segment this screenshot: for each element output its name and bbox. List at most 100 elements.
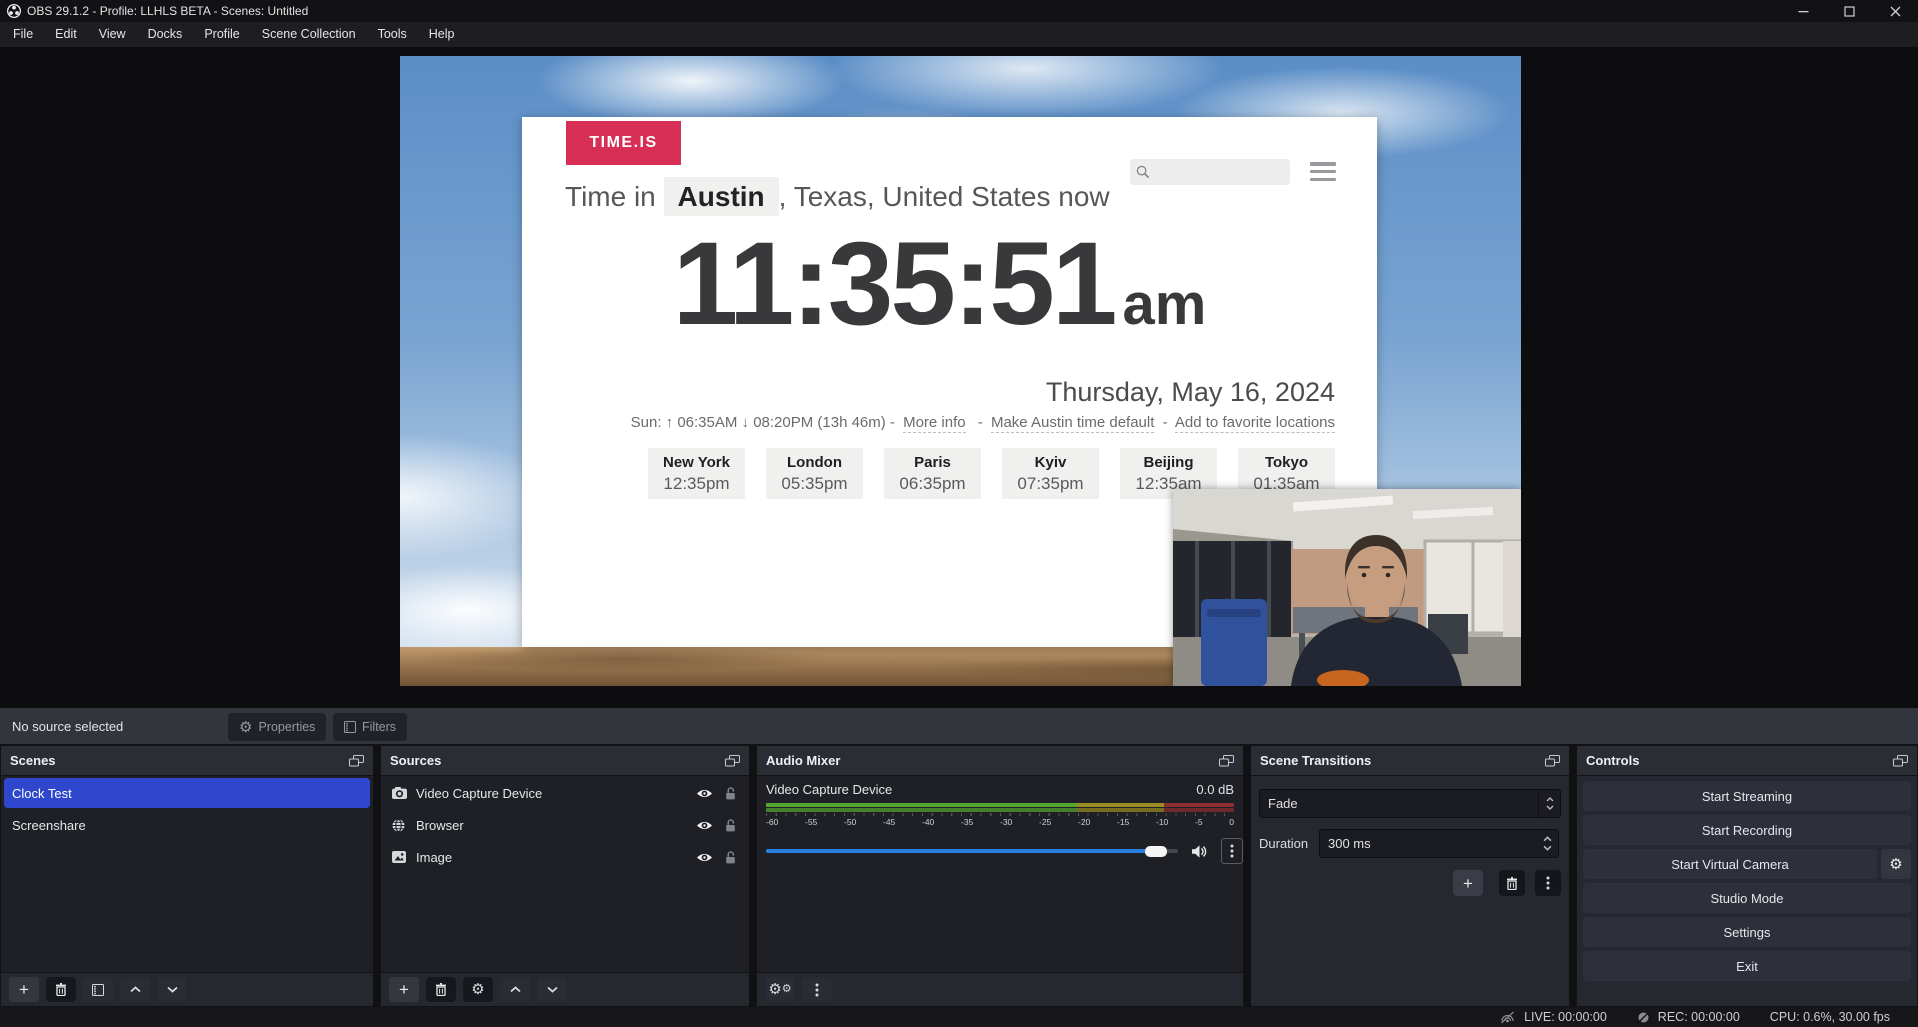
mixer-options-button[interactable] [802, 977, 832, 1002]
duration-spinbox[interactable]: 300 ms [1319, 829, 1559, 858]
add-transition-button[interactable]: + [1453, 870, 1483, 896]
scene-canvas[interactable]: TIME.IS Time in Austin, Texas, United St… [400, 56, 1521, 686]
lock-icon[interactable] [725, 851, 736, 864]
rec-status: REC: 00:00:00 [1637, 1010, 1740, 1024]
audio-mixer-body: Video Capture Device 0.0 dB -60-55-50-45… [757, 776, 1243, 972]
scene-item-clock-test[interactable]: Clock Test [4, 778, 370, 808]
chevron-up-icon [130, 986, 141, 993]
properties-button[interactable]: ⚙ Properties [228, 713, 326, 741]
visibility-eye-icon[interactable] [696, 820, 713, 831]
start-streaming-button[interactable]: Start Streaming [1583, 781, 1911, 811]
obs-window: OBS 29.1.2 - Profile: LLHLS BETA - Scene… [0, 0, 1918, 1027]
transition-options-button[interactable] [1535, 870, 1561, 896]
filters-button[interactable]: Filters [333, 713, 407, 741]
volume-slider[interactable] [766, 849, 1178, 853]
minimize-button[interactable] [1780, 0, 1826, 22]
visibility-eye-icon[interactable] [696, 788, 713, 799]
move-scene-up-button[interactable] [120, 977, 150, 1002]
controls-panel: Controls Start Streaming Start Recording… [1576, 745, 1918, 1007]
move-scene-down-button[interactable] [157, 977, 187, 1002]
menu-help[interactable]: Help [418, 22, 466, 47]
audio-mixer-header: Audio Mixer [757, 746, 1243, 776]
city-new-york: New York12:35pm [648, 448, 745, 499]
remove-scene-button[interactable] [46, 977, 76, 1002]
gear-icon: ⚙ [1889, 857, 1902, 872]
gear-small-icon: ⚙ [782, 982, 792, 997]
transition-select[interactable]: Fade [1259, 789, 1561, 818]
meter-tick-marks [766, 813, 1234, 816]
move-source-up-button[interactable] [500, 977, 530, 1002]
webcam-source[interactable] [1173, 489, 1521, 686]
chevron-down-icon [1546, 805, 1554, 810]
source-item-video-capture[interactable]: Video Capture Device [384, 778, 746, 808]
city-london: London05:35pm [766, 448, 863, 499]
volume-slider-handle[interactable] [1145, 846, 1167, 857]
source-item-browser[interactable]: Browser [384, 810, 746, 840]
sources-panel: Sources Video Capture Device [380, 745, 750, 1007]
source-item-image[interactable]: Image [384, 842, 746, 872]
speaker-icon [1192, 845, 1208, 858]
dots-vertical-icon [1230, 844, 1234, 858]
virtual-camera-settings-button[interactable]: ⚙ [1881, 849, 1911, 879]
lock-icon[interactable] [725, 819, 736, 832]
popout-icon[interactable] [1219, 755, 1234, 767]
chevron-up-icon [510, 986, 521, 993]
scene-transitions-body: Fade Duration 300 ms [1251, 776, 1569, 1006]
channel-options-button[interactable] [1221, 838, 1243, 864]
meter-bar-right [766, 808, 1234, 812]
maximize-button[interactable] [1826, 0, 1872, 22]
add-source-button[interactable]: + [389, 977, 419, 1002]
menu-docks[interactable]: Docks [137, 22, 194, 47]
move-source-down-button[interactable] [537, 977, 567, 1002]
menu-edit[interactable]: Edit [44, 22, 88, 47]
city-kyiv: Kyiv07:35pm [1002, 448, 1099, 499]
titlebar: OBS 29.1.2 - Profile: LLHLS BETA - Scene… [0, 0, 1918, 22]
link-more-info: More info [903, 414, 966, 433]
meter-scale-labels: -60-55-50-45-40-35-30-25-20-15-10-50 [766, 817, 1234, 827]
dots-vertical-icon [1546, 876, 1550, 890]
site-search-box [1130, 159, 1290, 185]
scene-filters-button[interactable] [83, 977, 113, 1002]
add-scene-button[interactable]: + [9, 977, 39, 1002]
hamburger-menu-icon [1310, 162, 1336, 181]
trash-icon [1506, 877, 1518, 890]
cpu-fps-status: CPU: 0.6%, 30.00 fps [1770, 1010, 1890, 1024]
start-recording-button[interactable]: Start Recording [1583, 815, 1911, 845]
exit-button[interactable]: Exit [1583, 951, 1911, 981]
remove-source-button[interactable] [426, 977, 456, 1002]
menu-tools[interactable]: Tools [367, 22, 418, 47]
mixer-channel-row: Video Capture Device 0.0 dB [766, 782, 1234, 797]
mixer-channel-name: Video Capture Device [766, 782, 892, 797]
popout-icon[interactable] [349, 755, 364, 767]
timeis-logo: TIME.IS [566, 121, 681, 165]
gear-icon: ⚙ [471, 982, 484, 997]
controls-header: Controls [1577, 746, 1917, 776]
menu-file[interactable]: File [2, 22, 44, 47]
advanced-audio-button[interactable]: ⚙⚙ [765, 977, 795, 1002]
globe-icon [392, 819, 412, 832]
mute-button[interactable] [1192, 845, 1208, 858]
settings-button[interactable]: Settings [1583, 917, 1911, 947]
select-spinner[interactable] [1538, 790, 1560, 817]
remove-transition-button[interactable] [1499, 870, 1525, 896]
visibility-eye-icon[interactable] [696, 852, 713, 863]
source-properties-button[interactable]: ⚙ [463, 977, 493, 1002]
popout-icon[interactable] [1893, 755, 1908, 767]
scene-item-screenshare[interactable]: Screenshare [4, 810, 370, 840]
close-button[interactable] [1872, 0, 1918, 22]
popout-icon[interactable] [1545, 755, 1560, 767]
controls-body: Start Streaming Start Recording Start Vi… [1577, 776, 1917, 1006]
lock-icon[interactable] [725, 787, 736, 800]
duration-spinner[interactable] [1536, 830, 1558, 857]
scenes-panel: Scenes Clock Test Screenshare + [0, 745, 374, 1007]
studio-mode-button[interactable]: Studio Mode [1583, 883, 1911, 913]
menubar: File Edit View Docks Profile Scene Colle… [0, 22, 1918, 47]
obs-logo-icon [7, 4, 21, 18]
menu-scene-collection[interactable]: Scene Collection [251, 22, 367, 47]
menu-profile[interactable]: Profile [193, 22, 250, 47]
scenes-header: Scenes [1, 746, 373, 776]
duration-label: Duration [1259, 836, 1319, 851]
start-virtual-camera-button[interactable]: Start Virtual Camera [1583, 849, 1877, 879]
menu-view[interactable]: View [88, 22, 137, 47]
popout-icon[interactable] [725, 755, 740, 767]
